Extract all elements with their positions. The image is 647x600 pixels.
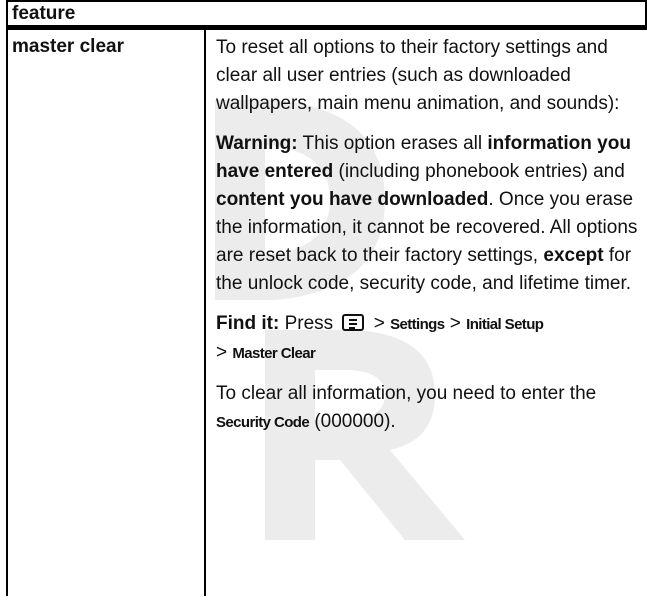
intro-paragraph: To reset all options to their factory se… — [216, 37, 620, 114]
menu-path-settings: Settings — [390, 316, 445, 333]
clear-info-paragraph: To clear all information, you need to en… — [216, 380, 646, 437]
warning-emphasis: except — [543, 245, 604, 266]
table-header: feature — [6, 0, 647, 30]
warning-label: Warning: — [216, 133, 298, 154]
menu-path-master-clear: Master Clear — [232, 345, 316, 362]
find-it-text: Press — [279, 313, 339, 334]
menu-path-initial-setup: Initial Setup — [466, 316, 544, 333]
security-code-label: Security Code — [216, 414, 310, 431]
find-it-label: Find it: — [216, 313, 280, 334]
feature-name-cell: master clear — [12, 36, 124, 57]
feature-description-cell: To reset all options to their factory se… — [216, 34, 646, 449]
warning-paragraph: Warning: This option erases all informat… — [216, 130, 646, 298]
warning-text: This option erases all — [297, 133, 488, 154]
path-separator: > — [368, 313, 391, 334]
path-separator: > — [444, 313, 467, 334]
warning-text: (including phonebook entries) and — [333, 161, 625, 182]
column-divider — [204, 30, 206, 596]
find-it-paragraph: Find it: Press > Settings > Initial Setu… — [216, 310, 646, 368]
feature-table: feature master clear To reset all option… — [6, 0, 647, 596]
clear-info-text: To clear all information, you need to en… — [216, 383, 597, 404]
table-row: master clear To reset all options to the… — [6, 30, 647, 596]
clear-info-text: (000000). — [309, 411, 396, 432]
header-feature-label: feature — [12, 2, 76, 24]
path-separator: > — [216, 342, 233, 363]
menu-key-icon — [342, 314, 365, 331]
warning-emphasis: content you have downloaded — [216, 189, 489, 210]
